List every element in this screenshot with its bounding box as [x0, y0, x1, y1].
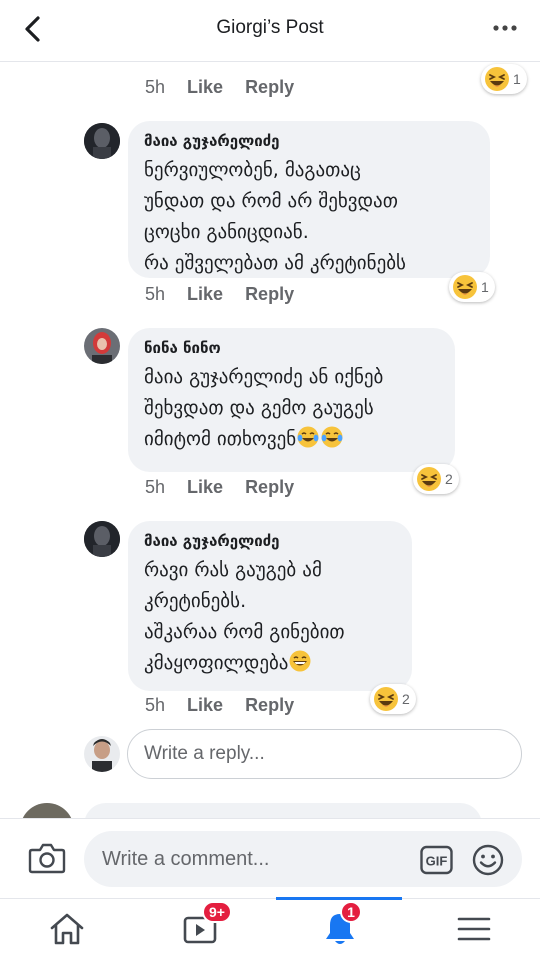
reply-placeholder: Write a reply... — [144, 743, 265, 764]
comment-composer: Write a comment... GIF — [0, 818, 540, 898]
avatar-image — [84, 521, 120, 557]
reply-button[interactable]: Reply — [245, 477, 294, 497]
like-button[interactable]: Like — [187, 477, 223, 497]
reply-button[interactable]: Reply — [245, 695, 294, 715]
comment-text: ნერვიულობენ, მაგათაც უნდათ და რომ არ შეხ… — [144, 159, 406, 274]
avatar[interactable] — [84, 123, 120, 159]
reaction-number: 1 — [481, 279, 489, 295]
comment-bubble: მაია გუჯარელიძე ნერვიულობენ, მაგათაც უნდ… — [128, 121, 490, 278]
top-bar: Giorgi’s Post — [0, 0, 540, 62]
comment-author[interactable]: მაია გუჯარელიძე — [144, 131, 474, 151]
bottom-tab-bar: 9+ 1 — [0, 897, 540, 960]
camera-icon[interactable] — [28, 841, 66, 875]
reaction-count[interactable]: 1 — [481, 64, 527, 94]
like-button[interactable]: Like — [187, 284, 223, 304]
laughing-emoji-icon — [417, 467, 441, 491]
current-user-avatar — [84, 736, 120, 772]
comment-meta: 5h Like Reply — [145, 477, 294, 498]
menu-icon[interactable] — [454, 909, 494, 949]
tears-of-joy-emoji-icon — [297, 426, 319, 448]
laughing-emoji-icon — [453, 275, 477, 299]
laughing-emoji-icon — [374, 687, 398, 711]
grinning-emoji-icon — [289, 650, 311, 672]
reaction-number: 2 — [402, 691, 410, 707]
comment-text: რავი რას გაუგებ ამ კრეტინებს. აშკარაა რო… — [144, 559, 345, 674]
avatar-image — [84, 736, 120, 772]
watch-badge: 9+ — [202, 901, 232, 923]
reply-button[interactable]: Reply — [245, 77, 294, 97]
comment-placeholder: Write a comment... — [102, 847, 270, 870]
reply-input[interactable]: Write a reply... — [127, 729, 522, 779]
avatar[interactable] — [84, 521, 120, 557]
avatar-image — [84, 328, 120, 364]
comment-time: 5h — [145, 477, 166, 497]
comment-meta: 5h Like Reply — [145, 284, 294, 305]
laughing-emoji-icon — [485, 67, 509, 91]
comment-meta: 5h Like Reply — [145, 695, 294, 716]
reaction-count[interactable]: 2 — [370, 684, 416, 714]
active-tab-indicator — [276, 897, 402, 900]
comment-bubble: ნინა ნინო მაია გუჯარელიძე ან იქნებ შეხვდ… — [128, 328, 455, 472]
avatar-image — [84, 123, 120, 159]
comment-meta: 5h Like Reply — [145, 77, 294, 98]
like-button[interactable]: Like — [187, 695, 223, 715]
home-icon[interactable] — [47, 909, 87, 949]
reaction-count[interactable]: 1 — [449, 272, 495, 302]
comment-text-wrap: მაია გუჯარელიძე ან იქნებ შეხვდათ და გემო… — [144, 362, 439, 455]
comment-time: 5h — [145, 77, 166, 97]
reaction-number: 1 — [513, 71, 521, 87]
more-horizontal-icon[interactable] — [492, 18, 518, 38]
comment-author[interactable]: ნინა ნინო — [144, 338, 439, 358]
notifications-badge: 1 — [340, 901, 362, 923]
reaction-count[interactable]: 2 — [413, 464, 459, 494]
comment-time: 5h — [145, 695, 166, 715]
gif-icon[interactable]: GIF — [420, 845, 453, 875]
comment-time: 5h — [145, 284, 166, 304]
avatar[interactable] — [84, 328, 120, 364]
tab-watch[interactable]: 9+ — [182, 901, 232, 949]
reaction-number: 2 — [445, 471, 453, 487]
tab-notifications[interactable]: 1 — [320, 901, 362, 949]
page-title: Giorgi’s Post — [216, 17, 324, 38]
gif-label: GIF — [426, 854, 448, 869]
comment-author[interactable]: მაია გუჯარელიძე — [144, 531, 396, 551]
comment-input[interactable]: Write a comment... — [84, 831, 522, 887]
like-button[interactable]: Like — [187, 77, 223, 97]
comment-text: მაია გუჯარელიძე ან იქნებ შეხვდათ და გემო… — [144, 366, 384, 450]
tears-of-joy-emoji-icon — [321, 426, 343, 448]
comment-bubble: მაია გუჯარელიძე რავი რას გაუგებ ამ კრეტი… — [128, 521, 412, 691]
emoji-icon[interactable] — [471, 843, 505, 877]
reply-button[interactable]: Reply — [245, 284, 294, 304]
comment-text-wrap: რავი რას გაუგებ ამ კრეტინებს. აშკარაა რო… — [144, 555, 396, 679]
